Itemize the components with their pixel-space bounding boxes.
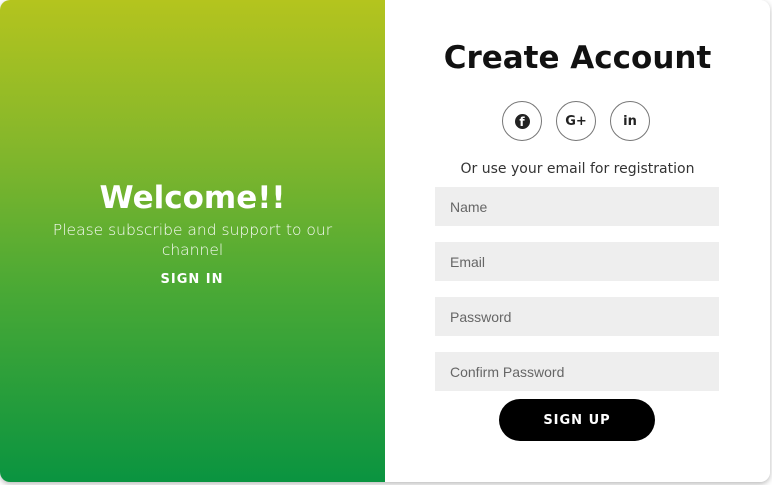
facebook-button[interactable]: f bbox=[502, 101, 542, 141]
confirm-password-field[interactable] bbox=[435, 352, 719, 391]
facebook-icon: f bbox=[514, 113, 530, 129]
welcome-panel: Welcome!! Please subscribe and support t… bbox=[0, 0, 385, 482]
google-plus-button[interactable]: G+ bbox=[556, 101, 596, 141]
registration-subtitle: Or use your email for registration bbox=[460, 161, 695, 177]
welcome-title: Welcome!! bbox=[99, 180, 286, 216]
page-title: Create Account bbox=[443, 40, 712, 76]
google-plus-icon: G+ bbox=[565, 113, 587, 129]
linkedin-icon: in bbox=[623, 113, 637, 129]
social-login-row: f G+ in bbox=[502, 101, 652, 141]
email-field[interactable] bbox=[435, 242, 719, 281]
sign-in-button[interactable]: SIGN IN bbox=[142, 272, 242, 287]
sign-up-button[interactable]: SIGN UP bbox=[499, 399, 655, 441]
welcome-message: Please subscribe and support to our chan… bbox=[52, 221, 333, 259]
password-field[interactable] bbox=[435, 297, 719, 336]
auth-card: Welcome!! Please subscribe and support t… bbox=[0, 0, 770, 482]
name-field[interactable] bbox=[435, 187, 719, 226]
linkedin-button[interactable]: in bbox=[610, 101, 650, 141]
create-account-panel: Create Account f G+ in Or use your email… bbox=[385, 0, 770, 482]
